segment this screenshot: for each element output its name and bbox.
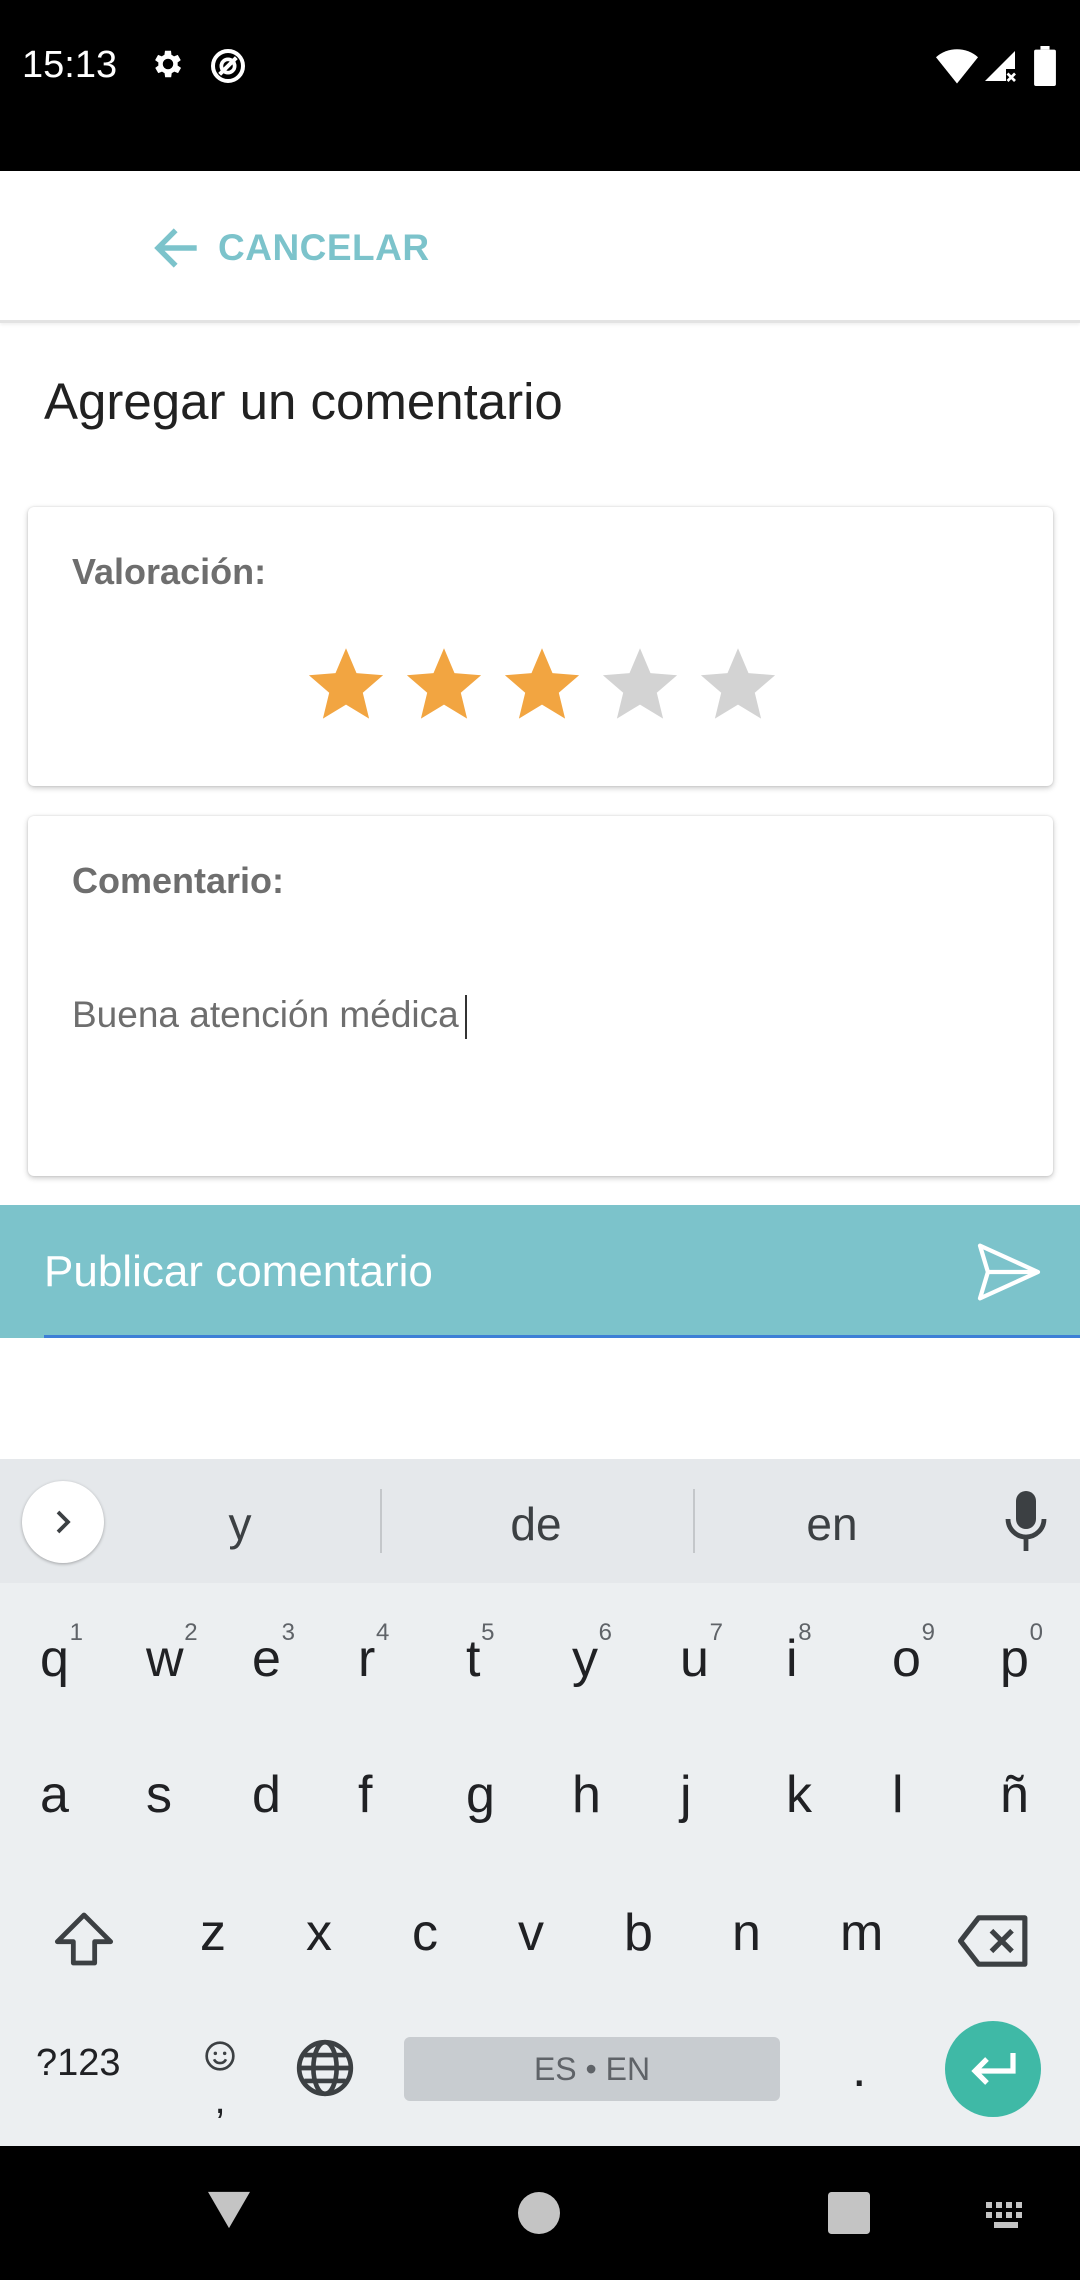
key-hint: 0	[1029, 1619, 1043, 1646]
key-j[interactable]: j	[680, 1765, 692, 1825]
star-rating	[304, 643, 780, 727]
key-f[interactable]: f	[358, 1765, 372, 1825]
key-hint: 9	[921, 1619, 935, 1646]
key-e[interactable]: e3	[252, 1619, 295, 1689]
key-o[interactable]: o9	[892, 1619, 935, 1689]
space-key[interactable]: ES • EN	[404, 2037, 780, 2101]
comment-input[interactable]: Buena atención médica	[72, 994, 1012, 1040]
suggestion-expand-button[interactable]	[22, 1481, 104, 1563]
mic-icon[interactable]	[1002, 1489, 1050, 1553]
key-m[interactable]: m	[840, 1903, 883, 1963]
key-hint: 2	[184, 1619, 198, 1646]
settings-icon	[155, 50, 182, 78]
key-p[interactable]: p0	[1000, 1619, 1043, 1689]
key-g[interactable]: g	[466, 1765, 495, 1825]
key-hint: 4	[375, 1619, 390, 1646]
key-v[interactable]: v	[518, 1903, 544, 1963]
comma-label: ,	[214, 2078, 226, 2122]
soft-keyboard: y de en q1w2e3r4t5y6u7i8o9p0asdfghjklñzx…	[0, 1459, 1080, 2146]
page-title: Agregar un comentario	[44, 373, 563, 430]
key-z[interactable]: z	[200, 1903, 226, 1963]
recents-nav-icon[interactable]	[828, 2192, 870, 2234]
status-time: 15:13	[22, 44, 118, 86]
key-h[interactable]: h	[572, 1765, 601, 1825]
signal-icon	[985, 51, 1016, 82]
key-n[interactable]: n	[732, 1903, 761, 1963]
key-t[interactable]: t5	[466, 1619, 494, 1689]
arrow-back-icon	[154, 228, 197, 268]
key-l[interactable]: l	[892, 1765, 904, 1825]
rating-card: Valoración:	[28, 507, 1053, 786]
cancel-button[interactable]: CANCELAR	[148, 221, 430, 275]
enter-icon	[971, 2053, 1016, 2085]
status-bar: 15:13	[0, 0, 1080, 171]
send-icon	[977, 1243, 1041, 1301]
key-b[interactable]: b	[624, 1903, 653, 1963]
key-w[interactable]: w2	[146, 1619, 198, 1689]
publish-comment-button[interactable]: Publicar comentario	[0, 1205, 1080, 1338]
key-hint: 5	[481, 1619, 495, 1646]
key-a[interactable]: a	[40, 1765, 69, 1825]
toolbar: CANCELAR	[0, 171, 1080, 323]
key-s[interactable]: s	[146, 1765, 172, 1825]
enter-key[interactable]	[945, 2021, 1041, 2117]
emoji-comma-key[interactable]: ,	[200, 2025, 240, 2122]
wifi-icon	[936, 49, 978, 84]
comment-text: Buena atención médica	[72, 994, 459, 1035]
key-d[interactable]: d	[252, 1765, 281, 1825]
key-r[interactable]: r4	[358, 1619, 389, 1689]
backspace-icon[interactable]	[958, 1915, 1030, 1967]
key-q[interactable]: q1	[40, 1619, 83, 1689]
star-icon[interactable]	[696, 643, 780, 727]
back-nav-icon[interactable]	[206, 2188, 252, 2230]
navigation-bar	[0, 2146, 1080, 2280]
app-root: 15:13 CANCELAR Agregar un comentario Val…	[0, 0, 1080, 2280]
period-key[interactable]: .	[852, 2039, 866, 2099]
symbols-key[interactable]: ?123	[36, 2042, 121, 2085]
key-ñ[interactable]: ñ	[1000, 1765, 1029, 1825]
suggestion-strip: y de en	[0, 1459, 1080, 1583]
key-hint: 6	[598, 1619, 612, 1646]
suggestion-divider	[693, 1489, 695, 1553]
key-hint: 3	[281, 1619, 295, 1646]
text-cursor	[464, 995, 467, 1040]
rating-label: Valoración:	[72, 551, 267, 592]
publish-label: Publicar comentario	[44, 1247, 433, 1296]
key-hint: 7	[709, 1619, 723, 1646]
suggestion-1[interactable]: y	[130, 1497, 350, 1551]
key-x[interactable]: x	[306, 1903, 332, 1963]
star-icon[interactable]	[500, 643, 584, 727]
cancel-label: CANCELAR	[218, 227, 430, 268]
space-label: ES • EN	[533, 2050, 651, 2087]
key-hint: 1	[69, 1619, 83, 1646]
suggestion-3[interactable]: en	[722, 1497, 942, 1551]
key-i[interactable]: i8	[786, 1619, 812, 1689]
globe-icon[interactable]	[294, 2037, 356, 2099]
home-nav-icon[interactable]	[518, 2192, 560, 2234]
suggestion-divider	[380, 1489, 382, 1553]
star-icon[interactable]	[598, 643, 682, 727]
shift-icon[interactable]	[52, 1907, 116, 1971]
battery-icon	[1034, 46, 1056, 86]
comment-label: Comentario:	[72, 860, 285, 901]
emoji-icon	[205, 2041, 235, 2071]
key-k[interactable]: k	[786, 1765, 812, 1825]
suggestion-2[interactable]: de	[426, 1497, 646, 1551]
key-y[interactable]: y6	[572, 1619, 612, 1689]
do-not-disturb-icon	[211, 49, 245, 83]
comment-card: Comentario: Buena atención médica	[28, 816, 1053, 1176]
keyboard-switch-icon[interactable]	[986, 2202, 1030, 2228]
key-u[interactable]: u7	[680, 1619, 723, 1689]
key-c[interactable]: c	[412, 1903, 438, 1963]
key-hint: 8	[798, 1619, 812, 1646]
chevron-right-icon	[56, 1510, 71, 1534]
focus-underline	[44, 1335, 1080, 1338]
star-icon[interactable]	[304, 643, 388, 727]
star-icon[interactable]	[402, 643, 486, 727]
